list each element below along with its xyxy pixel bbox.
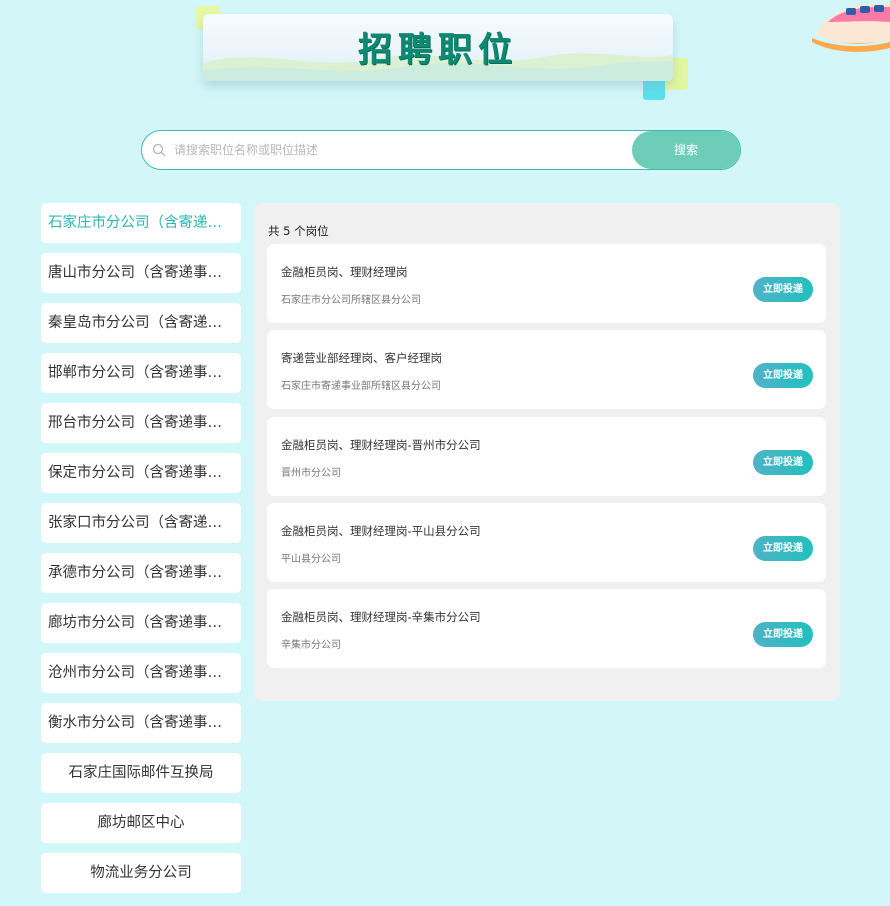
job-card[interactable]: 金融柜员岗、理财经理岗-晋州市分公司 晋州市分公司 立即投递 [267, 417, 826, 496]
sidebar-item-xingtai[interactable]: 邢台市分公司（含寄递事业部） [41, 403, 241, 443]
job-title: 金融柜员岗、理财经理岗-平山县分公司 [281, 524, 481, 538]
job-card[interactable]: 寄递营业部经理岗、客户经理岗 石家庄市寄递事业部所辖区县分公司 立即投递 [267, 330, 826, 409]
sidebar-item-cangzhou[interactable]: 沧州市分公司（含寄递事业部） [41, 653, 241, 693]
sidebar-item-langfang-postal-center[interactable]: 廊坊邮区中心 [41, 803, 241, 843]
sidebar-item-baoding[interactable]: 保定市分公司（含寄递事业部） [41, 453, 241, 493]
sidebar-item-qinhuangdao[interactable]: 秦皇岛市分公司（含寄递事业部） [41, 303, 241, 343]
train-icon [812, 3, 890, 52]
search-button[interactable]: 搜索 [632, 131, 740, 169]
sidebar-item-logistics[interactable]: 物流业务分公司 [41, 853, 241, 893]
job-card[interactable]: 金融柜员岗、理财经理岗-平山县分公司 平山县分公司 立即投递 [267, 503, 826, 582]
job-card[interactable]: 金融柜员岗、理财经理岗-辛集市分公司 辛集市分公司 立即投递 [267, 589, 826, 668]
sidebar-item-tangshan[interactable]: 唐山市分公司（含寄递事业部） [41, 253, 241, 293]
page-title: 招聘职位 [358, 30, 518, 70]
apply-button[interactable]: 立即投递 [753, 277, 813, 302]
job-organization: 石家庄市寄递事业部所辖区县分公司 [281, 381, 441, 392]
apply-button[interactable]: 立即投递 [753, 450, 813, 475]
job-count: 共 5 个岗位 [268, 224, 329, 238]
job-organization: 晋州市分公司 [281, 468, 341, 479]
sidebar-item-langfang[interactable]: 廊坊市分公司（含寄递事业部） [41, 603, 241, 643]
sidebar-item-international-mail-exchange[interactable]: 石家庄国际邮件互换局 [41, 753, 241, 793]
job-list-panel: 共 5 个岗位 金融柜员岗、理财经理岗 石家庄市分公司所辖区县分公司 立即投递 … [254, 203, 840, 701]
apply-button[interactable]: 立即投递 [753, 622, 813, 647]
decorative-square [643, 78, 665, 100]
search-icon [152, 143, 166, 157]
apply-button[interactable]: 立即投递 [753, 536, 813, 561]
job-title: 金融柜员岗、理财经理岗-辛集市分公司 [281, 610, 481, 624]
apply-button[interactable]: 立即投递 [753, 363, 813, 388]
job-organization: 平山县分公司 [281, 554, 341, 565]
sidebar-item-hengshui[interactable]: 衡水市分公司（含寄递事业部） [41, 703, 241, 743]
sidebar-item-shijiazhuang[interactable]: 石家庄市分公司（含寄递事业部） [41, 203, 241, 243]
sidebar-item-handan[interactable]: 邯郸市分公司（含寄递事业部） [41, 353, 241, 393]
search-bar: 搜索 [141, 130, 741, 170]
job-organization: 辛集市分公司 [281, 640, 341, 651]
sidebar-item-zhangjiakou[interactable]: 张家口市分公司（含寄递事业部） [41, 503, 241, 543]
job-title: 寄递营业部经理岗、客户经理岗 [281, 351, 442, 365]
job-organization: 石家庄市分公司所辖区县分公司 [281, 295, 421, 306]
sidebar-item-chengde[interactable]: 承德市分公司（含寄递事业部） [41, 553, 241, 593]
company-sidebar: 石家庄市分公司（含寄递事业部） 唐山市分公司（含寄递事业部） 秦皇岛市分公司（含… [41, 203, 241, 903]
header-banner: 招聘职位 [203, 14, 673, 81]
job-card[interactable]: 金融柜员岗、理财经理岗 石家庄市分公司所辖区县分公司 立即投递 [267, 244, 826, 323]
job-title: 金融柜员岗、理财经理岗-晋州市分公司 [281, 438, 481, 452]
search-input[interactable] [174, 131, 624, 169]
job-title: 金融柜员岗、理财经理岗 [281, 265, 408, 279]
